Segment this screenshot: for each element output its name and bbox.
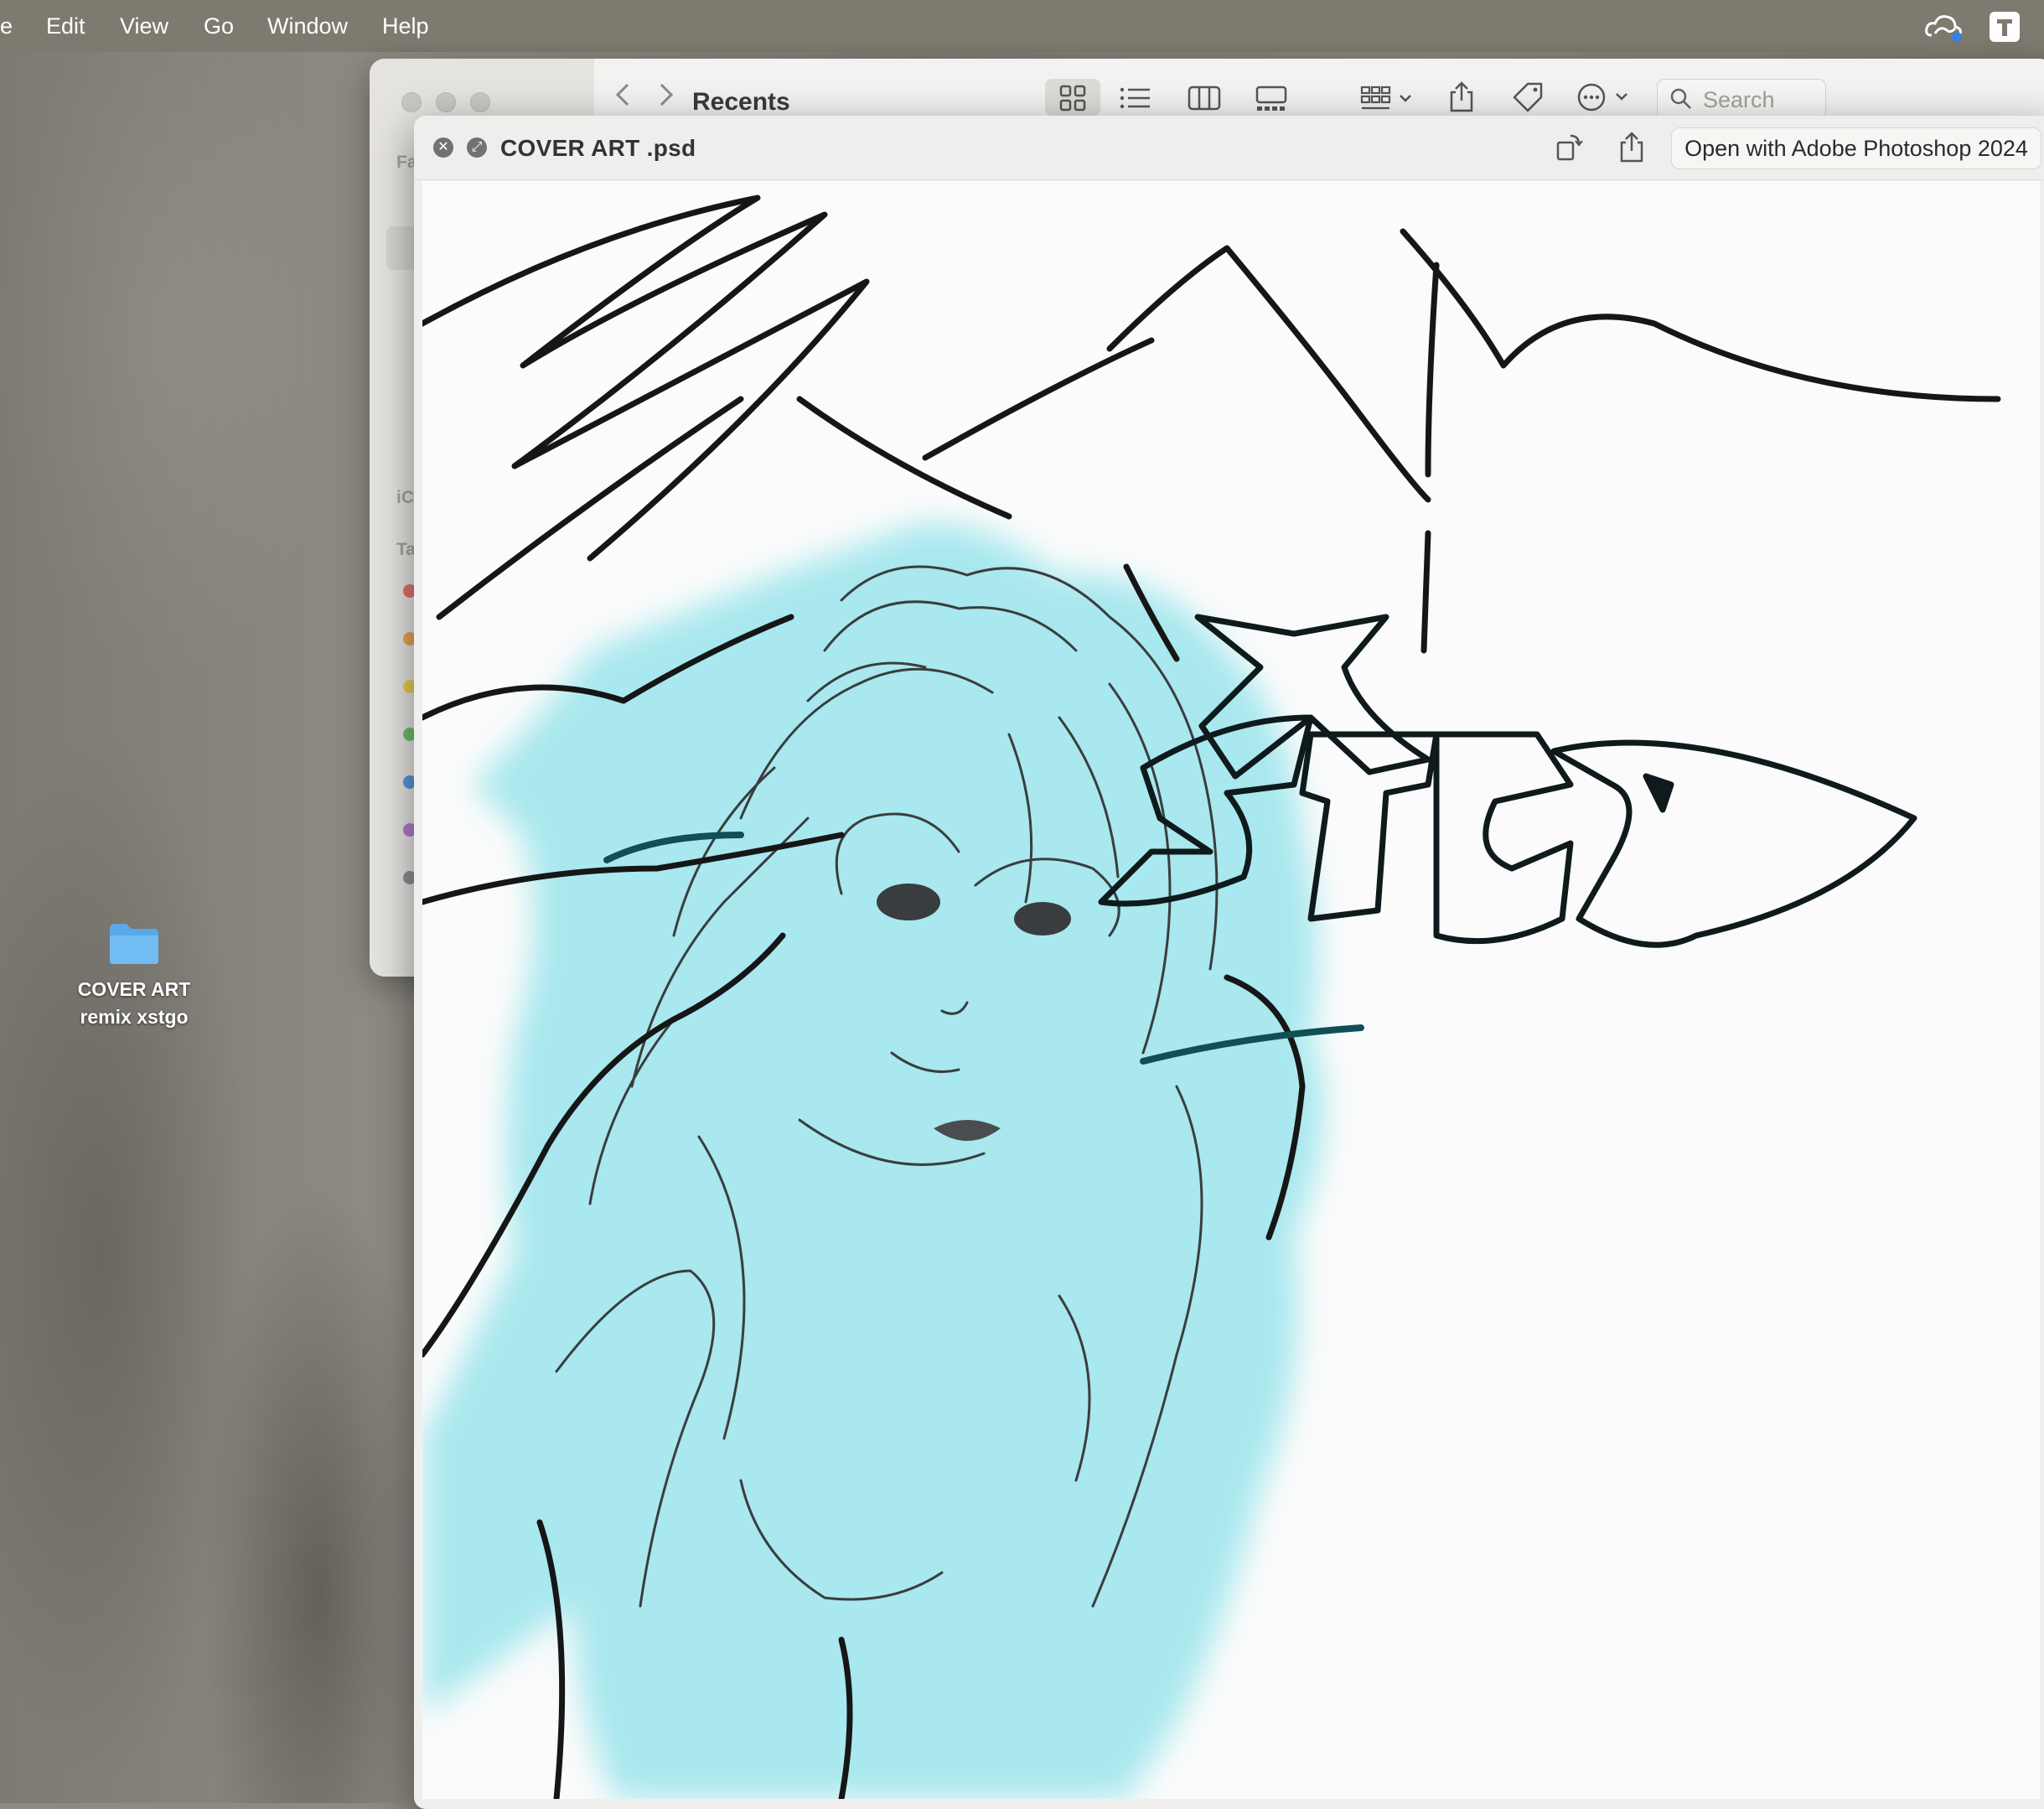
finder-location-title: Recents (692, 88, 790, 116)
folder-name-line2: remix xstgo (80, 1006, 189, 1028)
group-by-icon[interactable] (1360, 86, 1414, 119)
quick-look-window: ✕ ⤢ COVER ART .psd Open with Adobe Photo… (414, 116, 2044, 1809)
sidebar-section-icloud: iC (396, 488, 414, 507)
cover-art-preview-image (419, 181, 2040, 1802)
menu-help[interactable]: Help (382, 13, 429, 39)
share-icon[interactable] (1447, 80, 1476, 119)
column-view-icon[interactable] (1188, 86, 1221, 117)
zoom-window-button[interactable] (470, 92, 490, 112)
share-icon[interactable] (1617, 131, 1646, 167)
minimize-window-button[interactable] (436, 92, 456, 112)
back-icon[interactable] (613, 82, 633, 114)
search-icon (1670, 88, 1691, 109)
menu-edit[interactable]: Edit (46, 13, 85, 39)
list-view-icon[interactable] (1120, 86, 1151, 117)
fullscreen-preview-button[interactable]: ⤢ (467, 137, 487, 158)
search-placeholder: Search (1703, 87, 1775, 112)
rotate-icon[interactable] (1554, 132, 1584, 167)
text-app-icon[interactable] (1990, 12, 2020, 48)
creative-cloud-icon[interactable] (1923, 10, 1964, 49)
preview-file-name: COVER ART .psd (500, 135, 696, 161)
tag-icon[interactable] (1511, 82, 1545, 119)
menu-bar: e Edit View Go Window Help (0, 0, 2044, 52)
menu-window[interactable]: Window (267, 13, 348, 39)
forward-icon[interactable] (656, 82, 676, 114)
quick-look-titlebar: ✕ ⤢ COVER ART .psd Open with Adobe Photo… (414, 116, 2044, 180)
more-actions-icon[interactable] (1576, 82, 1635, 119)
cover-art-drawing (419, 194, 2001, 1802)
icon-view-button[interactable] (1045, 79, 1100, 116)
finder-toolbar: Recents Search (594, 59, 2044, 119)
menu-view[interactable]: View (120, 13, 168, 39)
folder-name-line1: COVER ART (77, 978, 191, 1000)
open-with-photoshop-button[interactable]: Open with Adobe Photoshop 2024 (1671, 127, 2041, 169)
close-window-button[interactable] (401, 92, 422, 112)
grid-icon (1059, 85, 1086, 111)
menu-go[interactable]: Go (204, 13, 234, 39)
desktop-folder[interactable]: COVER ART remix xstgo (67, 920, 201, 1031)
search-field[interactable]: Search (1657, 79, 1826, 119)
gallery-view-icon[interactable] (1255, 86, 1288, 119)
menu-file-partial[interactable]: e (0, 13, 13, 39)
sidebar-section-tags: Ta (396, 540, 416, 559)
close-preview-button[interactable]: ✕ (433, 137, 453, 158)
folder-icon (110, 924, 158, 964)
